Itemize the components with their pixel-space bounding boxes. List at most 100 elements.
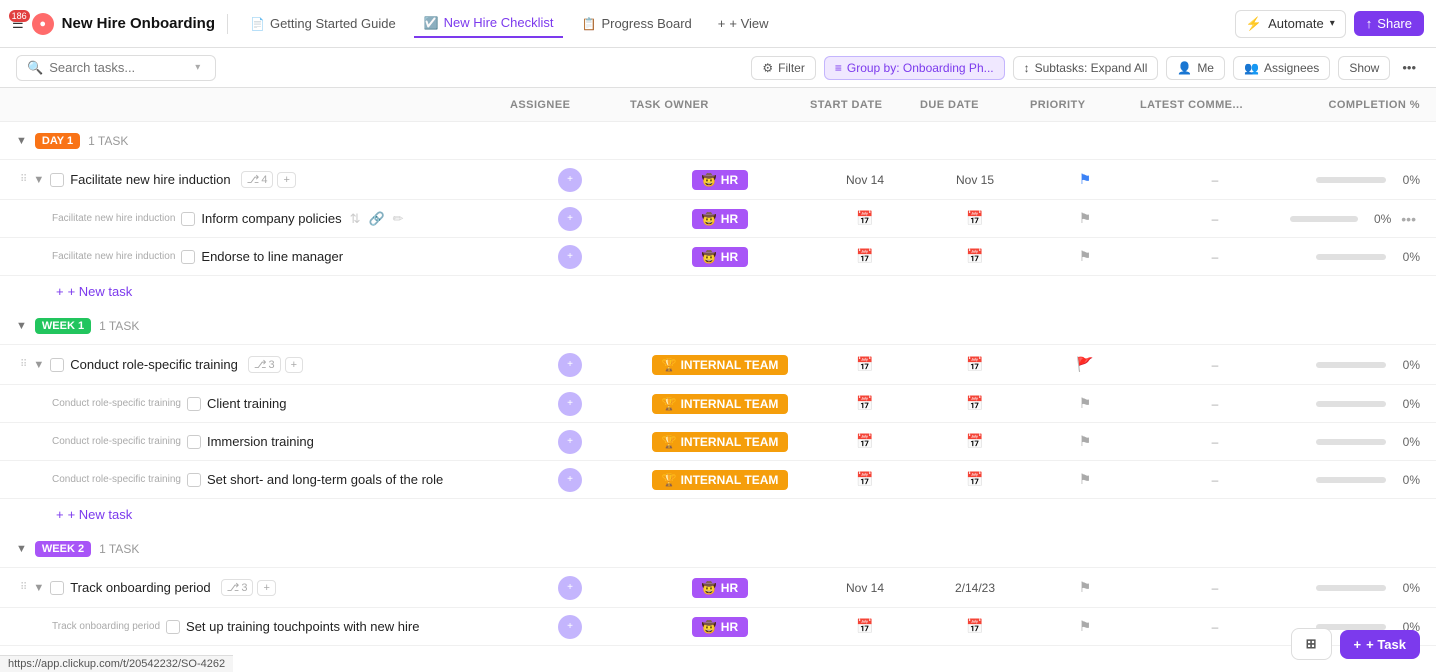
- expand-button[interactable]: ▼: [33, 359, 44, 371]
- tab-new-hire-checklist[interactable]: ☑️ New Hire Checklist: [414, 9, 564, 38]
- subtask-count-button[interactable]: ⎇ 3: [248, 356, 281, 373]
- owner-cell[interactable]: 🏆 INTERNAL TEAM: [630, 394, 810, 414]
- link-icon[interactable]: 🔗: [366, 209, 386, 229]
- section-week1-toggle[interactable]: ▼: [16, 320, 27, 332]
- subtask-name[interactable]: Immersion training: [207, 434, 314, 449]
- due-date-cell[interactable]: 📅: [920, 433, 1030, 450]
- start-date-cell[interactable]: 📅: [810, 210, 920, 227]
- add-subtask-button[interactable]: +: [277, 172, 295, 188]
- priority-flag[interactable]: ⚑: [1079, 579, 1092, 596]
- add-subtask-button[interactable]: +: [257, 580, 275, 596]
- expand-button[interactable]: ▼: [33, 174, 44, 186]
- assignee-avatar[interactable]: +: [558, 576, 582, 600]
- filter-button[interactable]: ⚙ Filter: [751, 56, 815, 80]
- priority-flag[interactable]: ⚑: [1079, 618, 1092, 635]
- new-task-button[interactable]: + + Task: [1340, 630, 1420, 659]
- section-week2-toggle[interactable]: ▼: [16, 543, 27, 555]
- me-button[interactable]: 👤 Me: [1166, 56, 1225, 80]
- assignee-avatar[interactable]: +: [558, 245, 582, 269]
- assignee-avatar[interactable]: +: [558, 430, 582, 454]
- subtask-name[interactable]: Inform company policies: [201, 211, 341, 226]
- assignee-avatar[interactable]: +: [558, 168, 582, 192]
- group-by-button[interactable]: ≡ Group by: Onboarding Ph...: [824, 56, 1005, 80]
- add-view-button[interactable]: + + View: [710, 10, 777, 37]
- subtask-checkbox[interactable]: [187, 397, 201, 411]
- search-box[interactable]: 🔍 ▾: [16, 55, 216, 81]
- subtask-name[interactable]: Endorse to line manager: [201, 249, 343, 264]
- subtasks-button[interactable]: ↕ Subtasks: Expand All: [1013, 56, 1159, 80]
- search-input[interactable]: [49, 60, 189, 75]
- start-date[interactable]: Nov 14: [846, 581, 884, 595]
- priority-flag[interactable]: 🚩: [1076, 356, 1093, 373]
- owner-cell[interactable]: 🤠 HR: [630, 578, 810, 598]
- hamburger-menu[interactable]: ☰ 186: [12, 16, 24, 32]
- priority-flag[interactable]: ⚑: [1079, 471, 1092, 488]
- assignee-avatar[interactable]: +: [558, 207, 582, 231]
- subtask-checkbox[interactable]: [187, 435, 201, 449]
- start-date-cell[interactable]: 📅: [810, 471, 920, 488]
- task-checkbox[interactable]: [50, 581, 64, 595]
- view-toggle-button[interactable]: ⊞: [1291, 628, 1332, 660]
- due-date-cell[interactable]: 📅: [920, 210, 1030, 227]
- owner-cell[interactable]: 🤠 HR: [630, 247, 810, 267]
- priority-flag[interactable]: ⚑: [1079, 171, 1092, 188]
- owner-cell[interactable]: 🤠 HR: [630, 617, 810, 637]
- due-date[interactable]: Nov 15: [956, 173, 994, 187]
- owner-cell[interactable]: 🏆 INTERNAL TEAM: [630, 432, 810, 452]
- assignees-button[interactable]: 👥 Assignees: [1233, 56, 1330, 80]
- subtask-checkbox[interactable]: [181, 212, 195, 226]
- owner-cell[interactable]: 🏆 INTERNAL TEAM: [630, 470, 810, 490]
- owner-cell[interactable]: 🤠 HR: [630, 170, 810, 190]
- subtask-name[interactable]: Client training: [207, 396, 287, 411]
- subtask-checkbox[interactable]: [181, 250, 195, 264]
- drag-handle[interactable]: ⠿: [20, 359, 27, 370]
- task-name[interactable]: Facilitate new hire induction: [70, 172, 230, 187]
- task-checkbox[interactable]: [50, 173, 64, 187]
- subtask-name[interactable]: Set up training touchpoints with new hir…: [186, 619, 419, 634]
- start-date-cell[interactable]: 📅: [810, 618, 920, 635]
- subtask-checkbox[interactable]: [166, 620, 180, 634]
- task-checkbox[interactable]: [50, 358, 64, 372]
- due-date-cell[interactable]: 📅: [920, 618, 1030, 635]
- section-day1-toggle[interactable]: ▼: [16, 135, 27, 147]
- priority-flag[interactable]: ⚑: [1079, 248, 1092, 265]
- task-name[interactable]: Track onboarding period: [70, 580, 210, 595]
- edit-icon[interactable]: ✏: [391, 209, 406, 229]
- start-date-cell[interactable]: 📅: [810, 248, 920, 265]
- subtask-checkbox[interactable]: [187, 473, 201, 487]
- owner-cell[interactable]: 🤠 HR: [630, 209, 810, 229]
- due-date-cell[interactable]: 📅: [920, 248, 1030, 265]
- due-date-cell[interactable]: 📅: [920, 471, 1030, 488]
- add-task-button[interactable]: + + New task: [0, 499, 1436, 530]
- due-date[interactable]: 2/14/23: [955, 581, 995, 595]
- share-button[interactable]: ↑ Share: [1354, 11, 1424, 36]
- drag-handle[interactable]: ⠿: [20, 174, 27, 185]
- tab-progress-board[interactable]: 📋 Progress Board: [571, 10, 701, 37]
- priority-flag[interactable]: ⚑: [1079, 210, 1092, 227]
- assignee-avatar[interactable]: +: [558, 615, 582, 639]
- assignee-avatar[interactable]: +: [558, 468, 582, 492]
- more-options-button[interactable]: •••: [1398, 56, 1420, 79]
- priority-flag[interactable]: ⚑: [1079, 433, 1092, 450]
- reorder-icon[interactable]: ⇅: [348, 209, 363, 229]
- start-date-cell[interactable]: 📅: [810, 433, 920, 450]
- assignee-avatar[interactable]: +: [558, 353, 582, 377]
- start-date[interactable]: Nov 14: [846, 173, 884, 187]
- more-options-button[interactable]: •••: [1397, 209, 1420, 229]
- tab-getting-started[interactable]: 📄 Getting Started Guide: [240, 10, 406, 37]
- owner-cell[interactable]: 🏆 INTERNAL TEAM: [630, 355, 810, 375]
- due-date-cell[interactable]: 📅: [920, 356, 1030, 373]
- due-date-cell[interactable]: 📅: [920, 395, 1030, 412]
- subtask-count-button[interactable]: ⎇ 4: [241, 171, 274, 188]
- automate-button[interactable]: ⚡ Automate ▾: [1235, 10, 1346, 38]
- start-date-cell[interactable]: 📅: [810, 356, 920, 373]
- priority-flag[interactable]: ⚑: [1079, 395, 1092, 412]
- subtask-name[interactable]: Set short- and long-term goals of the ro…: [207, 472, 443, 487]
- add-task-button[interactable]: + + New task: [0, 276, 1436, 307]
- start-date-cell[interactable]: 📅: [810, 395, 920, 412]
- drag-handle[interactable]: ⠿: [20, 582, 27, 593]
- expand-button[interactable]: ▼: [33, 582, 44, 594]
- add-subtask-button[interactable]: +: [285, 357, 303, 373]
- task-name[interactable]: Conduct role-specific training: [70, 357, 238, 372]
- subtask-count-button[interactable]: ⎇ 3: [221, 579, 254, 596]
